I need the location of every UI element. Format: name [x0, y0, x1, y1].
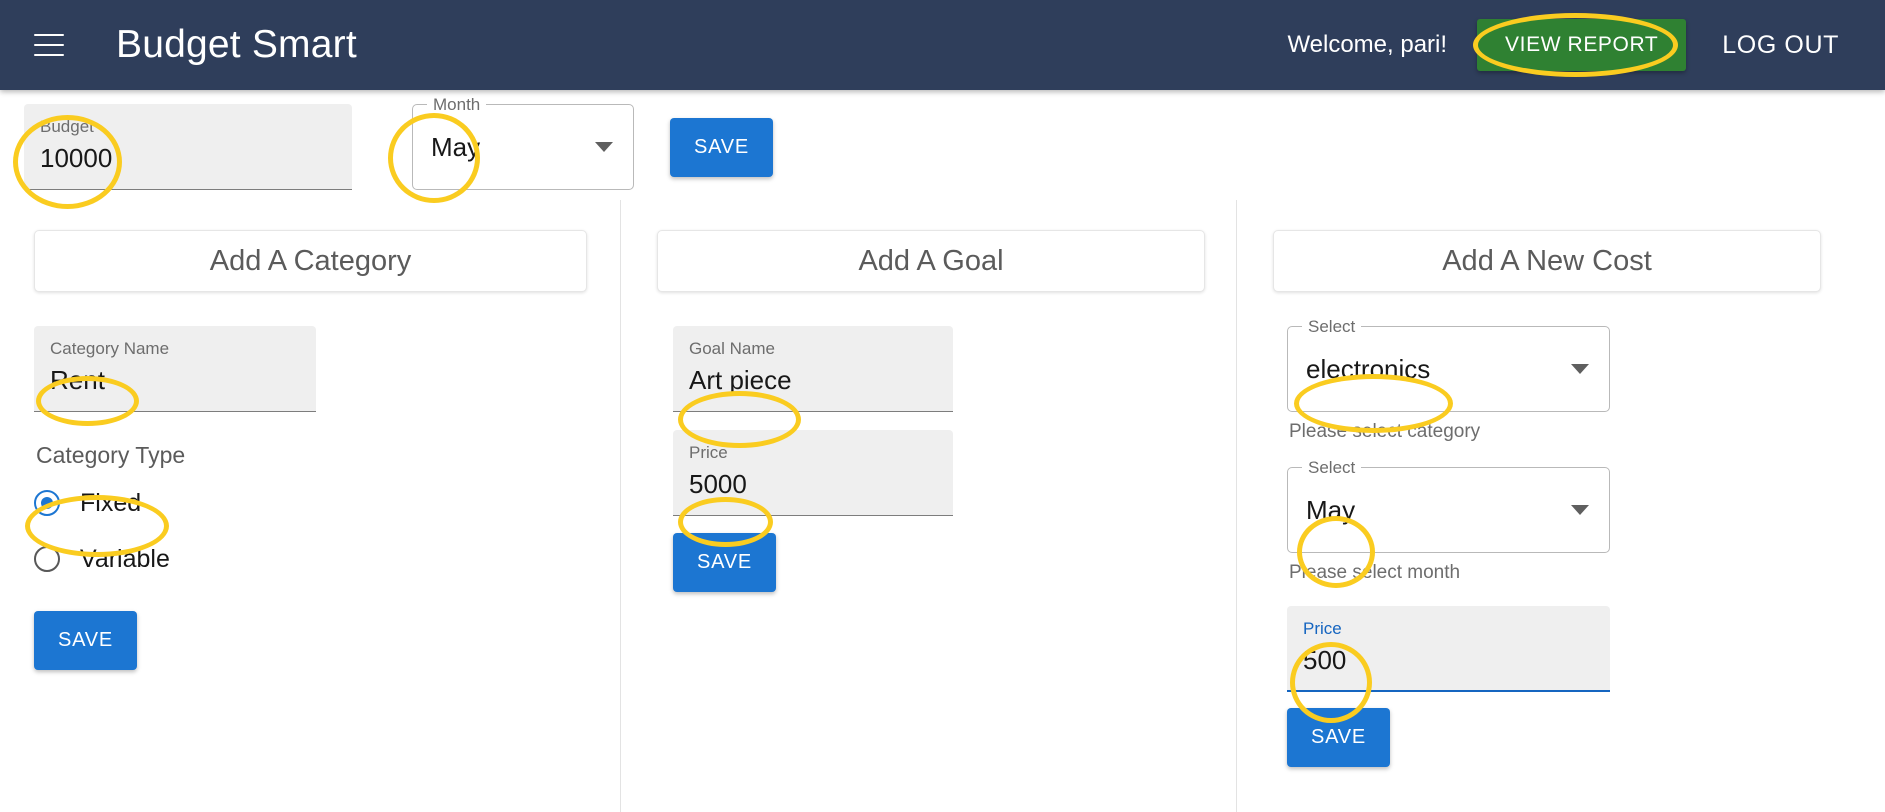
radio-fixed[interactable]: Fixed — [34, 475, 587, 531]
cost-price-input[interactable]: Price 500 — [1287, 606, 1610, 692]
cost-category-select-value: electronics — [1306, 353, 1431, 384]
cost-month-select[interactable]: Select May — [1287, 457, 1610, 553]
app-title: Budget Smart — [116, 23, 357, 66]
goal-price-value: 5000 — [689, 469, 747, 499]
goal-name-value: Art piece — [689, 365, 792, 395]
category-type-label: Category Type — [36, 442, 186, 468]
month-select-label: Month — [427, 94, 487, 116]
chevron-down-icon — [595, 142, 613, 152]
cost-month-select-label: Select — [1302, 457, 1362, 479]
radio-fixed-icon[interactable] — [34, 490, 60, 516]
goal-name-label: Goal Name — [689, 339, 775, 358]
logout-button[interactable]: LOG OUT — [1716, 30, 1845, 61]
budget-input-label: Budget — [40, 117, 94, 136]
radio-variable-label: Variable — [80, 544, 170, 573]
cost-month-select-value: May — [1306, 494, 1356, 525]
add-category-panel: Add A Category Category Name Rent Catego… — [0, 200, 621, 812]
chevron-down-icon — [1571, 364, 1589, 374]
view-report-button[interactable]: VIEW REPORT — [1477, 19, 1687, 71]
budget-bar: Budget 10000 Month May SAVE — [0, 90, 1885, 206]
add-cost-title: Add A New Cost — [1273, 230, 1821, 292]
goal-price-input[interactable]: Price 5000 — [673, 430, 953, 516]
welcome-text: Welcome, pari! — [1287, 31, 1448, 58]
cost-price-value: 500 — [1303, 645, 1347, 675]
app-header: Budget Smart Welcome, pari! VIEW REPORT … — [0, 0, 1885, 90]
add-goal-panel: Add A Goal Goal Name Art piece Price 500… — [621, 200, 1237, 812]
cost-category-select[interactable]: Select electronics — [1287, 316, 1610, 412]
goal-save-button[interactable]: SAVE — [673, 533, 777, 592]
month-select-value: May — [431, 131, 481, 162]
budget-input-value: 10000 — [40, 143, 113, 173]
cost-price-label: Price — [1303, 619, 1342, 638]
cost-category-helper: Please select category — [1289, 421, 1481, 442]
category-name-input[interactable]: Category Name Rent — [34, 326, 316, 412]
header-actions: Welcome, pari! VIEW REPORT LOG OUT — [1287, 19, 1845, 71]
hamburger-menu-icon[interactable] — [34, 34, 64, 56]
cost-category-select-label: Select — [1302, 316, 1362, 338]
add-cost-panel: Add A New Cost Select electronics Please… — [1237, 206, 1885, 812]
goal-price-label: Price — [689, 443, 728, 462]
category-name-label: Category Name — [50, 339, 170, 358]
add-goal-title: Add A Goal — [657, 230, 1205, 292]
cost-month-helper: Please select month — [1289, 562, 1461, 583]
goal-name-input[interactable]: Goal Name Art piece — [673, 326, 953, 412]
category-name-value: Rent — [50, 365, 105, 395]
month-select[interactable]: Month May — [412, 94, 634, 190]
radio-variable-icon[interactable] — [34, 546, 60, 572]
cost-save-button[interactable]: SAVE — [1287, 708, 1391, 767]
radio-fixed-label: Fixed — [80, 488, 142, 517]
add-category-title: Add A Category — [34, 230, 587, 292]
radio-variable[interactable]: Variable — [34, 531, 587, 587]
panels-container: Add A Category Category Name Rent Catego… — [0, 200, 1885, 812]
category-save-button[interactable]: SAVE — [34, 611, 138, 670]
chevron-down-icon — [1571, 505, 1589, 515]
budget-save-button[interactable]: SAVE — [670, 118, 774, 177]
budget-input[interactable]: Budget 10000 — [24, 104, 352, 190]
